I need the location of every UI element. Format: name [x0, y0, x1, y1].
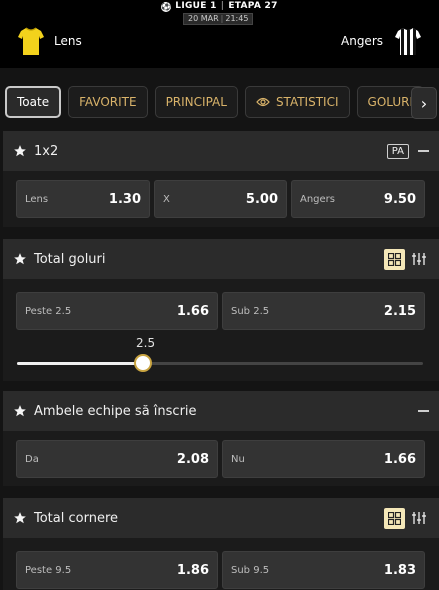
odd-button[interactable]: Sub 9.5 1.83	[222, 551, 425, 589]
tab-favorite[interactable]: FAVORITE	[68, 86, 148, 118]
tab-principal[interactable]: PRINCIPAL	[154, 86, 238, 118]
market-title: Total goluri	[34, 251, 106, 267]
market-title: Total cornere	[34, 510, 119, 526]
odd-button[interactable]: Peste 9.5 1.86	[16, 551, 218, 589]
match-time: 21:45	[225, 14, 249, 23]
match-date: 20 MAR	[188, 14, 219, 23]
home-team-name: Lens	[54, 34, 82, 48]
separator: |	[220, 1, 225, 11]
odd-button[interactable]: Da 2.08	[16, 440, 218, 478]
league-name: LIGUE 1	[175, 1, 217, 11]
market-1x2-header[interactable]: 1x2 PA	[3, 131, 439, 171]
league-line: ⚽ LIGUE 1 | ETAPA 27	[0, 1, 439, 12]
striped-jersey-icon	[395, 28, 421, 55]
yellow-jersey-icon	[18, 27, 44, 55]
collapse-icon[interactable]	[418, 150, 429, 152]
line-slider-fill	[17, 362, 143, 365]
market-total-goals-body: Peste 2.5 1.66 Sub 2.5 2.15 2.5	[3, 279, 439, 381]
market-1x2-body: Lens 1.30 X 5.00 Angers 9.50	[3, 171, 439, 227]
star-icon[interactable]	[13, 144, 27, 158]
grid-view-icon[interactable]	[384, 248, 405, 270]
slider-view-icon[interactable]	[408, 249, 429, 270]
slider-view-icon[interactable]	[408, 508, 429, 529]
odd-button[interactable]: X 5.00	[154, 180, 287, 218]
grid-view-icon[interactable]	[384, 507, 405, 529]
market-btts-header[interactable]: Ambele echipe să înscrie	[3, 391, 439, 431]
odd-button[interactable]: Sub 2.5 2.15	[222, 292, 425, 330]
odd-button[interactable]: Nu 1.66	[222, 440, 425, 478]
stage: ETAPA 27	[228, 1, 278, 11]
away-team-name: Angers	[341, 34, 383, 48]
odd-button[interactable]: Peste 2.5 1.66	[16, 292, 218, 330]
away-team[interactable]: Angers	[341, 26, 421, 56]
line-slider-thumb[interactable]	[133, 354, 152, 372]
odd-button[interactable]: Lens 1.30	[16, 180, 150, 218]
market-btts-body: Da 2.08 Nu 1.66	[3, 431, 439, 486]
star-icon[interactable]	[13, 252, 27, 266]
star-icon[interactable]	[13, 404, 27, 418]
tab-toate[interactable]: Toate	[5, 86, 62, 118]
star-icon[interactable]	[13, 511, 27, 525]
market-total-goals-header[interactable]: Total goluri	[3, 239, 439, 279]
market-title: Ambele echipe să înscrie	[34, 403, 197, 419]
slider-value: 2.5	[136, 336, 156, 350]
football-icon: ⚽	[161, 2, 172, 12]
market-title: 1x2	[34, 143, 59, 159]
collapse-icon[interactable]	[418, 410, 429, 412]
eye-icon	[256, 97, 270, 107]
odd-button[interactable]: Angers 9.50	[291, 180, 425, 218]
match-datetime: 20 MAR | 21:45	[183, 13, 254, 25]
tab-statistici[interactable]: STATISTICI	[244, 86, 350, 118]
tabs-next-button[interactable]: ›	[411, 87, 437, 119]
match-header: ⚽ LIGUE 1 | ETAPA 27 20 MAR | 21:45 Lens Ange…	[0, 0, 439, 68]
market-total-corners-body: Peste 9.5 1.86 Sub 9.5 1.83	[3, 538, 439, 590]
market-total-corners-header[interactable]: Total cornere	[3, 498, 439, 538]
home-team[interactable]: Lens	[18, 26, 82, 56]
pa-badge: PA	[386, 143, 409, 159]
market-filter-tabs: Toate FAVORITE PRINCIPAL STATISTICI GOLU…	[5, 86, 439, 120]
chevron-right-icon: ›	[420, 93, 428, 113]
